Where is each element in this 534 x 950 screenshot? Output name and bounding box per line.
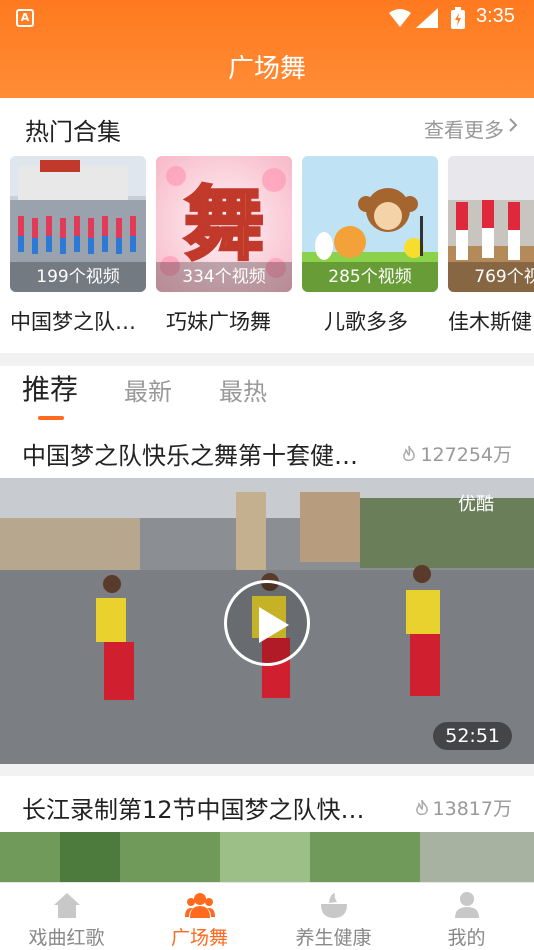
video-views-count: 127254万 (420, 444, 512, 466)
app-screen: A 3:35 广场舞 热门合集 查看更多 199个视频 中国梦之队… 舞 334… (0, 0, 534, 950)
chevron-right-icon[interactable] (506, 118, 520, 132)
video-thumbnail[interactable] (0, 832, 534, 882)
notification-app-icon: A (16, 9, 34, 27)
collection-card[interactable]: 舞 334个视频 巧妹广场舞 (156, 156, 292, 336)
nav-label: 广场舞 (170, 927, 228, 949)
dance-character-art: 舞 (184, 177, 264, 271)
video-item[interactable]: 中国梦之队快乐之舞第十套健… 127254万 优酷 52:51 (0, 422, 534, 764)
signal-icon (416, 8, 438, 28)
bottom-nav: 戏曲红歌 广场舞 养生健康 我的 (0, 882, 534, 950)
collection-thumbnail: 舞 334个视频 (156, 156, 292, 292)
section-title: 热门合集 (25, 118, 121, 146)
house-icon (54, 893, 80, 918)
tab-latest[interactable]: 最新 (124, 372, 172, 407)
video-count-label: 199个视频 (10, 262, 146, 292)
feed-tabs: 推荐 最新 最热 (0, 366, 534, 422)
collection-caption: 儿歌多多 (324, 310, 408, 334)
video-duration: 52:51 (433, 722, 512, 750)
video-count-label: 334个视频 (156, 262, 292, 292)
app-header: A 3:35 广场舞 (0, 0, 534, 98)
nav-item-health[interactable]: 养生健康 (267, 883, 400, 950)
bowl-icon (321, 893, 347, 918)
video-count-label: 769个视频 (448, 262, 534, 292)
video-count-label: 285个视频 (302, 262, 438, 292)
play-button[interactable] (224, 580, 310, 666)
nav-label: 戏曲红歌 (28, 927, 105, 949)
video-thumbnail[interactable]: 优酷 52:51 (0, 478, 534, 764)
status-time: 3:35 (476, 5, 515, 27)
tab-hottest[interactable]: 最热 (219, 372, 267, 407)
nav-item-mine[interactable]: 我的 (400, 883, 533, 950)
collection-cards: 199个视频 中国梦之队… 舞 334个视频 巧妹广场舞 285个视频 儿歌多多… (10, 156, 534, 346)
video-watermark: 优酷 (458, 494, 494, 515)
nav-label: 我的 (447, 927, 486, 949)
flame-icon (415, 799, 428, 816)
collection-caption: 佳木斯健 (448, 310, 532, 334)
video-views: 13817万 (414, 794, 512, 821)
group-icon (185, 893, 215, 918)
video-scene-image (0, 832, 534, 882)
collection-caption: 巧妹广场舞 (166, 310, 271, 334)
collection-thumbnail: 769个视频 (448, 156, 534, 292)
hot-collections-section: 热门合集 查看更多 199个视频 中国梦之队… 舞 334个视频 巧妹广场舞 2… (0, 98, 534, 353)
collection-card[interactable]: 769个视频 佳木斯健 (448, 156, 534, 336)
video-views-count: 13817万 (432, 798, 512, 820)
video-title[interactable]: 中国梦之队快乐之舞第十套健… (22, 436, 382, 471)
video-title[interactable]: 长江录制第12节中国梦之队快乐… (22, 790, 382, 825)
wifi-icon (389, 9, 411, 27)
collection-thumbnail: 285个视频 (302, 156, 438, 292)
tab-recommended[interactable]: 推荐 (22, 368, 78, 408)
nav-item-opera[interactable]: 戏曲红歌 (0, 883, 133, 950)
tab-indicator (38, 416, 64, 420)
video-views: 127254万 (401, 440, 512, 467)
video-item[interactable]: 长江录制第12节中国梦之队快乐… 13817万 (0, 776, 534, 882)
person-icon (455, 892, 479, 918)
see-more-link[interactable]: 查看更多 (424, 114, 504, 143)
collection-caption: 中国梦之队… (10, 310, 136, 334)
collection-card[interactable]: 199个视频 中国梦之队… (10, 156, 146, 336)
nav-label: 养生健康 (295, 927, 372, 949)
collection-thumbnail: 199个视频 (10, 156, 146, 292)
nav-item-square-dance[interactable]: 广场舞 (133, 883, 266, 950)
status-bar: A 3:35 (0, 0, 534, 36)
battery-icon (451, 7, 465, 29)
collection-card[interactable]: 285个视频 儿歌多多 (302, 156, 438, 336)
page-title: 广场舞 (227, 54, 306, 84)
flame-icon (403, 445, 416, 462)
